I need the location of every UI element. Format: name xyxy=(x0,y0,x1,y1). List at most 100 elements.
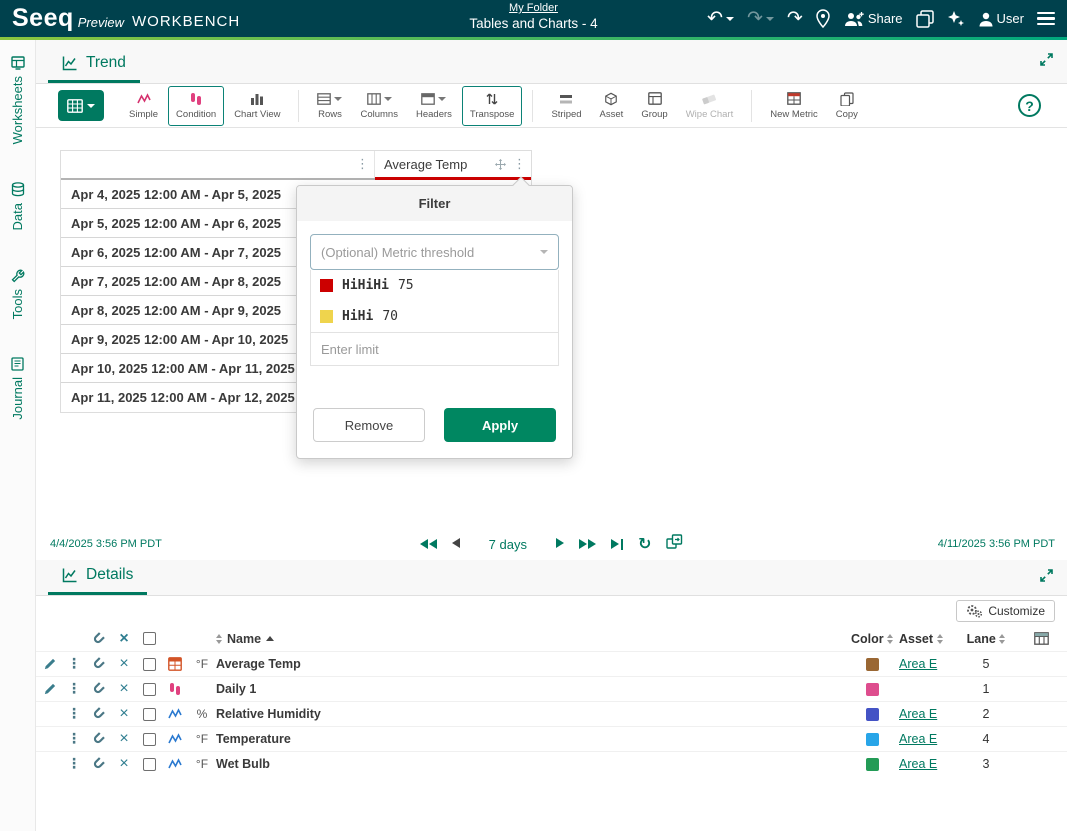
value-column-header[interactable]: Average Temp ⋮ xyxy=(375,151,531,178)
sidebar-item-data[interactable]: Data xyxy=(10,182,25,230)
sidebar-item-tools[interactable]: Tools xyxy=(10,269,25,319)
select-all-checkbox[interactable] xyxy=(136,632,162,645)
table-view-button[interactable] xyxy=(58,90,104,121)
column-settings-button[interactable] xyxy=(1011,632,1067,645)
row-menu-button[interactable]: ⋮ xyxy=(64,756,84,772)
column-menu-icon[interactable]: ⋮ xyxy=(356,158,369,171)
magnet-all-button[interactable] xyxy=(84,632,112,646)
row-menu-button[interactable]: ⋮ xyxy=(64,681,84,697)
transpose-button[interactable]: Transpose xyxy=(462,86,523,126)
main-menu-button[interactable] xyxy=(1037,12,1055,25)
magnet-button[interactable] xyxy=(84,682,112,696)
drag-handle-icon[interactable] xyxy=(494,158,507,171)
headers-button[interactable]: Headers xyxy=(408,86,460,126)
color-cell[interactable] xyxy=(845,708,899,721)
item-name[interactable]: Daily 1 xyxy=(216,682,845,696)
threshold-option[interactable]: HiHi 70 xyxy=(311,301,558,332)
item-name[interactable]: Average Temp xyxy=(216,657,845,671)
asset-link[interactable]: Area E xyxy=(899,757,937,771)
group-button[interactable]: Group xyxy=(633,86,675,126)
remove-button[interactable]: × xyxy=(112,656,136,672)
remove-all-button[interactable]: × xyxy=(112,631,136,647)
copy-button[interactable]: Copy xyxy=(828,86,866,126)
row-header-cell[interactable]: ⋮ xyxy=(61,151,375,178)
row-checkbox[interactable] xyxy=(136,708,162,721)
threshold-option[interactable]: HiHiHi 75 xyxy=(311,270,558,301)
details-row[interactable]: ⋮ × °F Wet Bulb Area E 3 xyxy=(36,751,1067,776)
metric-threshold-select[interactable]: (Optional) Metric threshold xyxy=(310,234,559,270)
details-row[interactable]: ⋮ × Daily 1 1 xyxy=(36,676,1067,701)
column-header-asset[interactable]: Asset xyxy=(899,632,961,646)
asset-button[interactable]: Asset xyxy=(592,86,632,126)
refresh-button[interactable]: ↻ xyxy=(638,536,651,552)
color-cell[interactable] xyxy=(845,758,899,771)
row-checkbox[interactable] xyxy=(136,658,162,671)
sidebar-item-journal[interactable]: Journal xyxy=(10,357,25,420)
duration-label[interactable]: 7 days xyxy=(489,537,527,552)
user-menu-button[interactable]: User xyxy=(978,11,1024,27)
ai-assistant-button[interactable] xyxy=(947,10,965,28)
row-checkbox[interactable] xyxy=(136,683,162,696)
lane-value[interactable]: 4 xyxy=(961,732,1011,746)
condition-table-button[interactable]: Condition xyxy=(168,86,224,126)
share-button[interactable]: Share xyxy=(843,11,903,27)
lane-value[interactable]: 5 xyxy=(961,657,1011,671)
pan-far-right-button[interactable] xyxy=(579,539,596,549)
column-header-name[interactable]: Name xyxy=(216,632,845,646)
simple-table-button[interactable]: Simple xyxy=(121,86,166,126)
row-checkbox[interactable] xyxy=(136,733,162,746)
details-row[interactable]: ⋮ × % Relative Humidity Area E 2 xyxy=(36,701,1067,726)
row-menu-button[interactable]: ⋮ xyxy=(64,706,84,722)
details-row[interactable]: ⋮ × °F Temperature Area E 4 xyxy=(36,726,1067,751)
worksheet-title[interactable]: Tables and Charts - 4 xyxy=(469,16,597,33)
lane-value[interactable]: 2 xyxy=(961,707,1011,721)
go-to-now-button[interactable] xyxy=(611,539,623,550)
remove-button[interactable]: × xyxy=(112,731,136,747)
range-end-time[interactable]: 4/11/2025 3:56 PM PDT xyxy=(938,538,1055,550)
lane-value[interactable]: 3 xyxy=(961,757,1011,771)
column-menu-icon[interactable]: ⋮ xyxy=(513,158,526,171)
column-header-color[interactable]: Color xyxy=(845,632,899,646)
trend-expand-button[interactable] xyxy=(1039,52,1054,72)
forward-button[interactable]: ↷ xyxy=(787,9,803,28)
folder-link[interactable]: My Folder xyxy=(469,2,597,16)
worksheets-pane-button[interactable] xyxy=(916,10,934,28)
customize-button[interactable]: Customize xyxy=(956,600,1055,622)
color-cell[interactable] xyxy=(845,683,899,696)
row-checkbox[interactable] xyxy=(136,758,162,771)
row-menu-button[interactable]: ⋮ xyxy=(64,656,84,672)
help-button[interactable]: ? xyxy=(1018,94,1041,117)
chart-view-button[interactable]: Chart View xyxy=(226,86,288,126)
asset-link[interactable]: Area E xyxy=(899,657,937,671)
tab-details[interactable]: Details xyxy=(48,558,147,595)
wipe-chart-button[interactable]: Wipe Chart xyxy=(678,86,742,126)
redo-button[interactable]: ↷ xyxy=(747,9,774,28)
pan-right-button[interactable] xyxy=(556,535,564,553)
magnet-button[interactable] xyxy=(84,657,112,671)
column-header-lane[interactable]: Lane xyxy=(961,632,1011,646)
seeq-logo[interactable]: Seeq Preview WORKBENCH xyxy=(12,4,240,33)
remove-button[interactable]: × xyxy=(112,681,136,697)
asset-link[interactable]: Area E xyxy=(899,732,937,746)
magnet-button[interactable] xyxy=(84,732,112,746)
sidebar-item-worksheets[interactable]: Worksheets xyxy=(10,56,25,144)
new-metric-button[interactable]: New Metric xyxy=(762,86,826,126)
item-name[interactable]: Temperature xyxy=(216,732,845,746)
location-button[interactable] xyxy=(816,9,830,28)
item-name[interactable]: Relative Humidity xyxy=(216,707,845,721)
limit-input[interactable] xyxy=(310,333,559,366)
color-cell[interactable] xyxy=(845,658,899,671)
details-row[interactable]: ⋮ × °F Average Temp Area E 5 xyxy=(36,651,1067,676)
rows-button[interactable]: Rows xyxy=(309,86,350,126)
tab-trend[interactable]: Trend xyxy=(48,46,140,83)
range-start-time[interactable]: 4/4/2025 3:56 PM PDT xyxy=(50,538,162,550)
details-expand-button[interactable] xyxy=(1039,568,1054,588)
color-cell[interactable] xyxy=(845,733,899,746)
row-menu-button[interactable]: ⋮ xyxy=(64,731,84,747)
lane-value[interactable]: 1 xyxy=(961,682,1011,696)
undo-button[interactable]: ↶ xyxy=(707,9,734,28)
item-name[interactable]: Wet Bulb xyxy=(216,757,845,771)
asset-link[interactable]: Area E xyxy=(899,707,937,721)
apply-button[interactable]: Apply xyxy=(444,408,556,442)
edit-button[interactable] xyxy=(36,658,64,670)
